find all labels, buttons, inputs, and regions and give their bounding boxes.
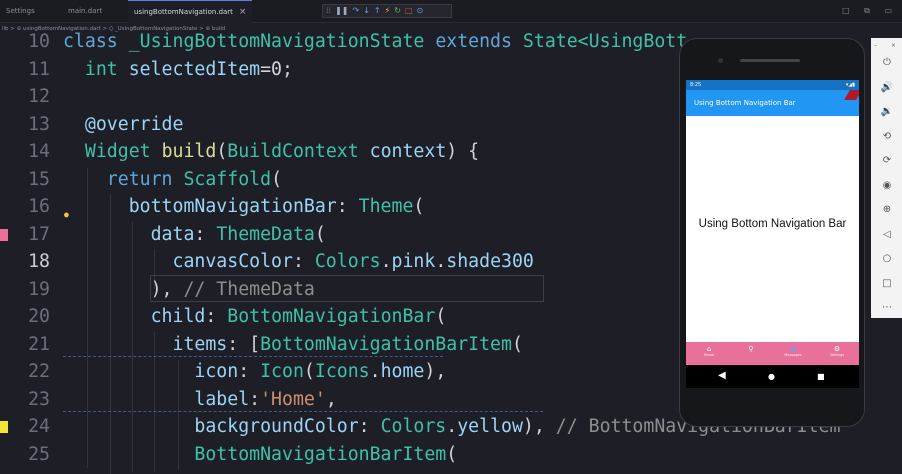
nav-item-person[interactable]: ⚲ (736, 345, 766, 353)
home-icon: ⌂ (706, 345, 712, 353)
code-text[interactable]: int selectedItem=0; (63, 56, 293, 84)
split-editor-icon[interactable]: □ (842, 6, 856, 15)
camera-dot (718, 58, 723, 63)
nav-label-messages: Messages (784, 353, 802, 357)
line-number: 12 (28, 86, 50, 107)
volume-up-icon[interactable]: 🔊 (880, 81, 894, 95)
code-text[interactable]: BottomNavigationBarItem( (63, 441, 457, 469)
nav-item-messages[interactable]: ▬ Messages (778, 345, 808, 358)
system-nav-bar: ◀ ● ■ (686, 365, 859, 388)
settings-icon: ⚙ (833, 345, 841, 353)
speaker-grille (740, 59, 800, 62)
editor-tab-bar: Settings main.dart usingBottomNavigation… (0, 0, 902, 23)
volume-down-icon[interactable]: 🔉 (880, 105, 894, 119)
nav-item-settings[interactable]: ⚙ Settings (822, 345, 852, 358)
more-icon[interactable]: ⋯ (880, 301, 894, 315)
panel-icon[interactable]: ▭ (884, 6, 898, 15)
body-text: Using Bottom Navigation Bar (698, 218, 847, 230)
line-number: 10 (28, 31, 50, 52)
status-bar: 8:25 ▾◢▮ (686, 80, 859, 90)
code-text[interactable]: class _UsingBottomNavigationState extend… (63, 28, 687, 56)
drag-handle-icon[interactable]: ⁞⁞ (326, 6, 331, 16)
stop-icon[interactable]: □ (405, 6, 413, 16)
line-number: 20 (28, 306, 50, 327)
app-bar-title: Using Bottom Navigation Bar (694, 99, 796, 107)
rotate-right-icon[interactable]: ⟳ (880, 154, 894, 168)
pause-icon[interactable]: ❚❚ (335, 6, 348, 16)
tab-main-dart[interactable]: main.dart (62, 0, 108, 22)
code-text[interactable]: canvasColor: Colors.pink.shade300 (63, 248, 533, 276)
emulator-toolbar-header[interactable]: – × (874, 42, 902, 49)
code-text[interactable]: return Scaffold( (63, 166, 282, 194)
camera-icon[interactable]: ◉ (880, 179, 894, 193)
line-number: 21 (28, 333, 50, 355)
status-time: 8:25 (690, 82, 702, 88)
window-controls: □ ⧉ ▭ (842, 6, 898, 16)
back-icon[interactable]: ◁ (880, 228, 894, 242)
status-icons: ▾◢▮ (845, 82, 855, 88)
diagnostic-underline (63, 356, 443, 358)
color-preview-marker (0, 421, 8, 433)
step-over-icon[interactable]: ↷ (353, 6, 360, 16)
code-text[interactable]: icon: Icon(Icons.home), (63, 358, 446, 386)
code-text[interactable]: label:'Home', (63, 386, 336, 414)
line-number: 23 (28, 388, 50, 410)
line-number: 14 (28, 141, 50, 162)
diagnostic-underline (63, 411, 543, 413)
hot-reload-icon[interactable]: ⚡ (385, 6, 391, 16)
debug-toolbar: ⁞⁞ ❚❚ ↷ ↓ ↑ ⚡ ↻ □ ⊙ (322, 4, 452, 18)
code-text[interactable]: data: ThemeData( (63, 221, 326, 249)
bottom-navigation-bar: ⌂ Home ⚲ ▬ Messages ⚙ Settings (686, 342, 859, 365)
home-circle-icon[interactable]: ● (768, 371, 775, 383)
code-text[interactable]: ), // ThemeData (63, 276, 315, 304)
recents-icon[interactable]: ■ (817, 371, 825, 383)
close-tab-icon[interactable]: × (239, 7, 247, 17)
tab-using-bottom-navigation[interactable]: usingBottomNavigation.dart × (128, 0, 253, 23)
power-icon[interactable]: ⏻ (880, 56, 894, 70)
line-number: 18 (28, 251, 50, 272)
lightbulb-icon[interactable]: ● (64, 210, 69, 219)
line-number: 22 (28, 361, 50, 382)
line-number: 16 (28, 196, 50, 217)
inspect-icon[interactable]: ⊙ (417, 6, 424, 16)
code-line[interactable]: 25 BottomNavigationBarItem( (0, 441, 902, 469)
restart-icon[interactable]: ↻ (394, 6, 401, 16)
nav-item-home[interactable]: ⌂ Home (694, 345, 724, 358)
overview-icon[interactable]: □ (880, 277, 894, 291)
app-bar: Using Bottom Navigation Bar (686, 90, 859, 116)
code-text[interactable]: bottomNavigationBar: Theme( (63, 193, 425, 221)
emulator-screen[interactable]: 8:25 ▾◢▮ Using Bottom Navigation Bar Usi… (686, 80, 859, 388)
person-icon: ⚲ (748, 345, 754, 353)
nav-label-home: Home (703, 353, 715, 357)
line-number: 19 (28, 278, 50, 300)
step-out-icon[interactable]: ↑ (374, 6, 381, 16)
toggle-layout-icon[interactable]: ⧉ (864, 6, 876, 15)
step-into-icon[interactable]: ↓ (363, 6, 370, 16)
code-text[interactable]: Widget build(BuildContext context) { (63, 138, 479, 166)
line-number: 15 (28, 168, 50, 190)
home-icon[interactable]: ○ (880, 252, 894, 266)
nav-label-settings: Settings (829, 353, 845, 357)
line-number: 11 (28, 58, 50, 80)
rotate-left-icon[interactable]: ⟲ (880, 130, 894, 144)
code-text[interactable]: @override (63, 111, 184, 139)
tab-settings[interactable]: Settings (0, 0, 41, 22)
emulator-toolbar: – × ⏻ 🔊 🔉 ⟲ ⟳ ◉ ⊕ ◁ ○ □ ⋯ (871, 38, 902, 318)
line-number: 25 (28, 443, 50, 465)
zoom-icon[interactable]: ⊕ (880, 203, 894, 217)
chat-icon: ▬ (789, 345, 797, 353)
line-number: 13 (28, 113, 50, 135)
color-preview-marker (0, 228, 8, 241)
code-text[interactable]: child: BottomNavigationBar( (63, 303, 447, 331)
back-icon[interactable]: ◀ (718, 370, 726, 382)
code-text[interactable]: items: [BottomNavigationBarItem( (63, 331, 522, 359)
